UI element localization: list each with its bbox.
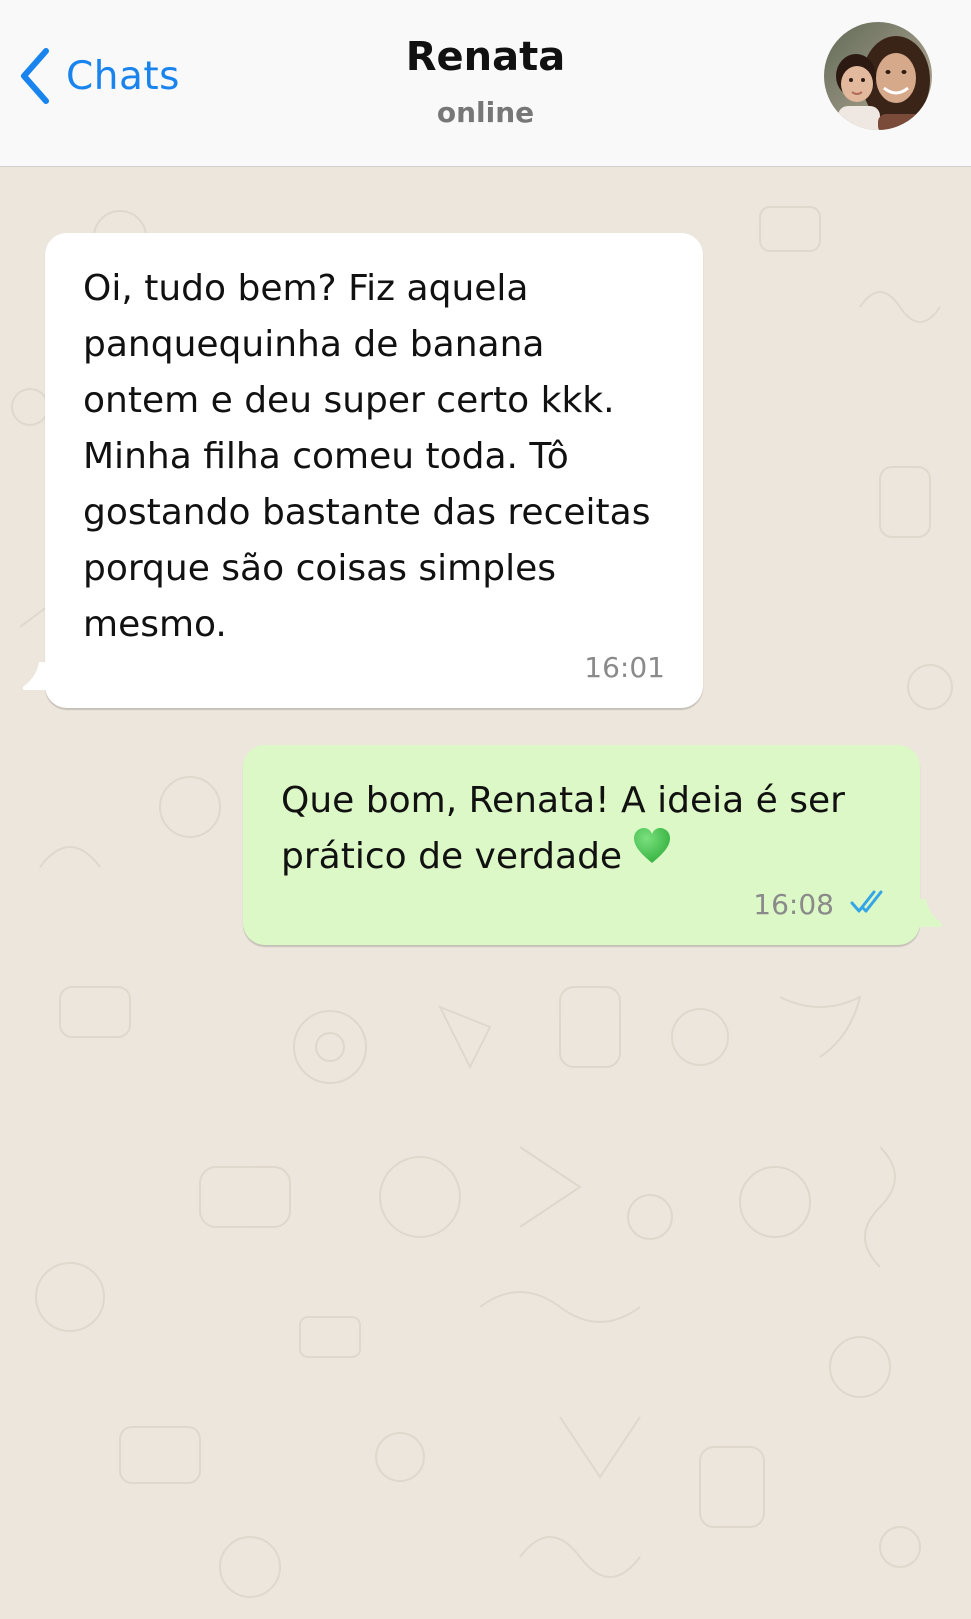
avatar-image (824, 22, 932, 130)
double-check-icon (850, 890, 883, 913)
message-text: Que bom, Renata! A ideia é ser prático d… (281, 773, 901, 885)
bubble-tail (910, 899, 943, 927)
chat-header: Chats Renata online (0, 0, 971, 167)
message-text-content: Que bom, Renata! A ideia é ser prático d… (281, 780, 845, 877)
incoming-message[interactable]: Oi, tudo bem? Fiz aquela panquequinha de… (22, 233, 703, 708)
message-time: 16:08 (753, 888, 834, 921)
outgoing-message[interactable]: Que bom, Renata! A ideia é ser prático d… (243, 745, 943, 945)
avatar[interactable] (824, 22, 932, 130)
message-text: Oi, tudo bem? Fiz aquela panquequinha de… (83, 268, 651, 645)
chat-area[interactable]: Oi, tudo bem? Fiz aquela panquequinha de… (0, 167, 971, 1619)
bubble-tail (22, 662, 55, 690)
green-heart-icon (632, 826, 672, 882)
contact-status: online (436, 96, 535, 129)
message-time: 16:01 (584, 651, 665, 684)
